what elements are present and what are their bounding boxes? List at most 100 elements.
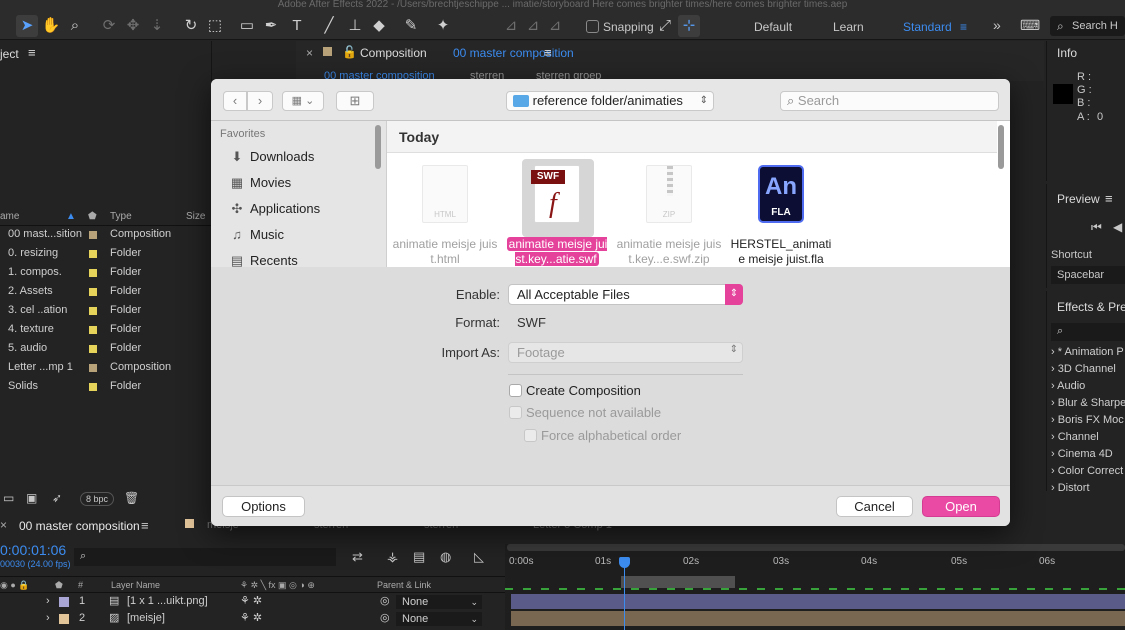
layer-name[interactable]: [meisje] <box>127 610 165 627</box>
file-item-fla[interactable]: An FLA HERSTEL_animatie meisje juist.fla <box>728 161 834 267</box>
force-alphabetical-checkbox[interactable] <box>524 429 537 442</box>
layer-row[interactable]: › 1 ▤ [1 x 1 ...uikt.png] ⚘ ✲ ◎ None ⌄ <box>0 593 505 610</box>
parent-link-column-header[interactable]: Parent & Link <box>377 577 431 593</box>
folder-icon[interactable]: ▭ <box>3 491 14 505</box>
enable-dropdown[interactable]: All Acceptable Files ⇕ <box>508 284 743 305</box>
effect-category[interactable]: › Blur & Sharpe <box>1051 397 1125 409</box>
playhead-handle[interactable] <box>619 557 630 568</box>
time-ruler[interactable]: 0:00s 01s 02s 03s 04s 05s 06s <box>505 554 1125 572</box>
brush-tool-icon[interactable]: ╱ <box>318 15 340 37</box>
expand-chevron-icon[interactable]: › <box>46 593 50 610</box>
sidebar-scrollbar[interactable] <box>375 125 381 169</box>
file-item-html[interactable]: HTML animatie meisje juist.html <box>392 161 498 267</box>
previous-frame-icon[interactable]: ◀ <box>1113 220 1122 234</box>
import-as-dropdown[interactable]: Footage ⇕ <box>508 342 743 363</box>
hand-tool-icon[interactable]: ✋ <box>40 15 62 37</box>
lock-icon[interactable]: 🔓 <box>342 45 357 59</box>
workspace-menu-icon[interactable]: ≡ <box>960 20 967 34</box>
view-options-button[interactable]: ▦ ⌄ <box>282 91 324 111</box>
effects-search-input[interactable]: ⌕ <box>1051 323 1125 341</box>
layer-switch-icon[interactable]: ⚘ ✲ <box>240 593 262 610</box>
view-axis-icon[interactable]: ⊿ <box>544 15 566 37</box>
snap-feature-icon[interactable]: ⊹ <box>678 15 700 37</box>
sort-asc-icon[interactable]: ▲ <box>66 207 76 226</box>
project-item[interactable]: 3. cel ..ation Folder <box>0 301 208 320</box>
timeline-comp-tab[interactable]: 00 master composition <box>19 519 140 533</box>
shy-layers-icon[interactable]: ▤ <box>413 549 425 565</box>
effect-category[interactable]: › Boris FX Moc <box>1051 414 1124 426</box>
workspace-default[interactable]: Default <box>754 20 792 34</box>
selection-tool-icon[interactable]: ➤ <box>16 15 38 37</box>
time-navigator[interactable] <box>507 544 1125 551</box>
pickwhip-icon[interactable]: ◎ <box>380 610 390 627</box>
project-item[interactable]: 00 mast...sition Composition <box>0 225 208 244</box>
size-column-header[interactable]: Size <box>186 207 205 226</box>
cancel-button[interactable]: Cancel <box>836 496 913 517</box>
trash-icon[interactable]: 🗑 <box>124 491 139 505</box>
pan-behind-tool-icon[interactable]: ⬚ <box>204 15 226 37</box>
panel-menu-icon[interactable]: ≡ <box>141 518 149 533</box>
location-popup[interactable]: reference folder/animaties ⇕ <box>506 91 714 111</box>
effect-category[interactable]: › Color Correct <box>1051 465 1123 477</box>
clone-stamp-tool-icon[interactable]: ⊥ <box>344 15 366 37</box>
zoom-tool-icon[interactable]: ⌕ <box>64 15 86 37</box>
sidebar-item[interactable]: ▦ Movies <box>229 173 291 193</box>
file-item-swf[interactable]: SWF f animatie meisje juist.key...atie.s… <box>504 159 610 267</box>
project-item[interactable]: Letter ...mp 1 Composition <box>0 358 208 377</box>
snapping-checkbox[interactable] <box>586 20 599 33</box>
files-scrollbar[interactable] <box>998 125 1004 169</box>
layer-bar-1[interactable] <box>511 594 1125 609</box>
sidebar-item[interactable]: ⬇ Downloads <box>229 147 315 167</box>
effect-category[interactable]: › Cinema 4D <box>1051 448 1113 460</box>
layer-name-column-header[interactable]: Layer Name <box>111 577 160 593</box>
world-axis-icon[interactable]: ⊿ <box>522 15 544 37</box>
options-button[interactable]: Options <box>222 496 305 517</box>
work-area-bar[interactable] <box>621 576 735 588</box>
flowchart-icon[interactable]: ➶ <box>52 491 62 505</box>
keyboard-icon[interactable]: ⌨ <box>1020 17 1040 34</box>
layer-search-input[interactable]: ⌕ <box>74 548 336 566</box>
rotation-tool-icon[interactable]: ↻ <box>180 15 202 37</box>
effect-category[interactable]: › Distort <box>1051 482 1090 491</box>
pen-tool-icon[interactable]: ✒ <box>260 15 282 37</box>
close-tab-icon[interactable]: × <box>306 46 313 60</box>
effect-category[interactable]: › Audio <box>1051 380 1085 392</box>
label-column-icon[interactable]: ⬟ <box>88 207 97 226</box>
local-axis-icon[interactable]: ⊿ <box>500 15 522 37</box>
open-button[interactable]: Open <box>922 496 1000 517</box>
rectangle-tool-icon[interactable]: ▭ <box>236 15 258 37</box>
sequence-checkbox[interactable] <box>509 406 522 419</box>
project-item[interactable]: 2. Assets Folder <box>0 282 208 301</box>
type-column-header[interactable]: Type <box>110 207 132 226</box>
panel-menu-icon[interactable]: ≡ <box>544 45 552 60</box>
project-item[interactable]: Solids Folder <box>0 377 208 396</box>
project-item[interactable]: 5. audio Folder <box>0 339 208 358</box>
shortcut-dropdown[interactable]: Spacebar <box>1051 266 1125 284</box>
sidebar-item[interactable]: ♫ Music <box>229 225 284 245</box>
frame-blending-icon[interactable]: ◍ <box>440 549 451 565</box>
draft-3d-icon[interactable]: ⚶ <box>387 549 398 565</box>
project-item[interactable]: 4. texture Folder <box>0 320 208 339</box>
more-workspaces-icon[interactable]: » <box>993 17 1001 33</box>
new-composition-icon[interactable]: ▣ <box>26 491 37 505</box>
workspace-learn[interactable]: Learn <box>833 20 864 34</box>
close-tab-icon[interactable]: × <box>0 518 7 532</box>
project-item[interactable]: 0. resizing Folder <box>0 244 208 263</box>
bit-depth-button[interactable]: 8 bpc <box>80 492 114 506</box>
comp-flowchart-icon[interactable]: ⇄ <box>352 549 363 565</box>
help-search-input[interactable]: ⌕ Search H <box>1050 16 1125 36</box>
layer-name[interactable]: [1 x 1 ...uikt.png] <box>127 593 208 610</box>
parent-dropdown[interactable]: None ⌄ <box>396 612 482 626</box>
snap-edge-icon[interactable]: ⤢ <box>654 15 676 37</box>
puppet-tool-icon[interactable]: ✦ <box>432 15 454 37</box>
dialog-search-field[interactable]: ⌕ Search <box>780 91 999 111</box>
dolly-camera-icon[interactable]: ⇣ <box>146 15 168 37</box>
project-item[interactable]: 1. compos. Folder <box>0 263 208 282</box>
pickwhip-icon[interactable]: ◎ <box>380 593 390 610</box>
file-item-zip[interactable]: ZIP animatie meisje juist.key...e.swf.zi… <box>616 161 722 267</box>
orbit-camera-icon[interactable]: ⟳ <box>98 15 120 37</box>
roto-brush-tool-icon[interactable]: ✎ <box>400 15 422 37</box>
layer-row[interactable]: › 2 ▨ [meisje] ⚘ ✲ ◎ None ⌄ <box>0 610 505 627</box>
panel-menu-icon[interactable]: ≡ <box>28 45 36 60</box>
new-folder-button[interactable]: ⊞ <box>336 91 374 111</box>
